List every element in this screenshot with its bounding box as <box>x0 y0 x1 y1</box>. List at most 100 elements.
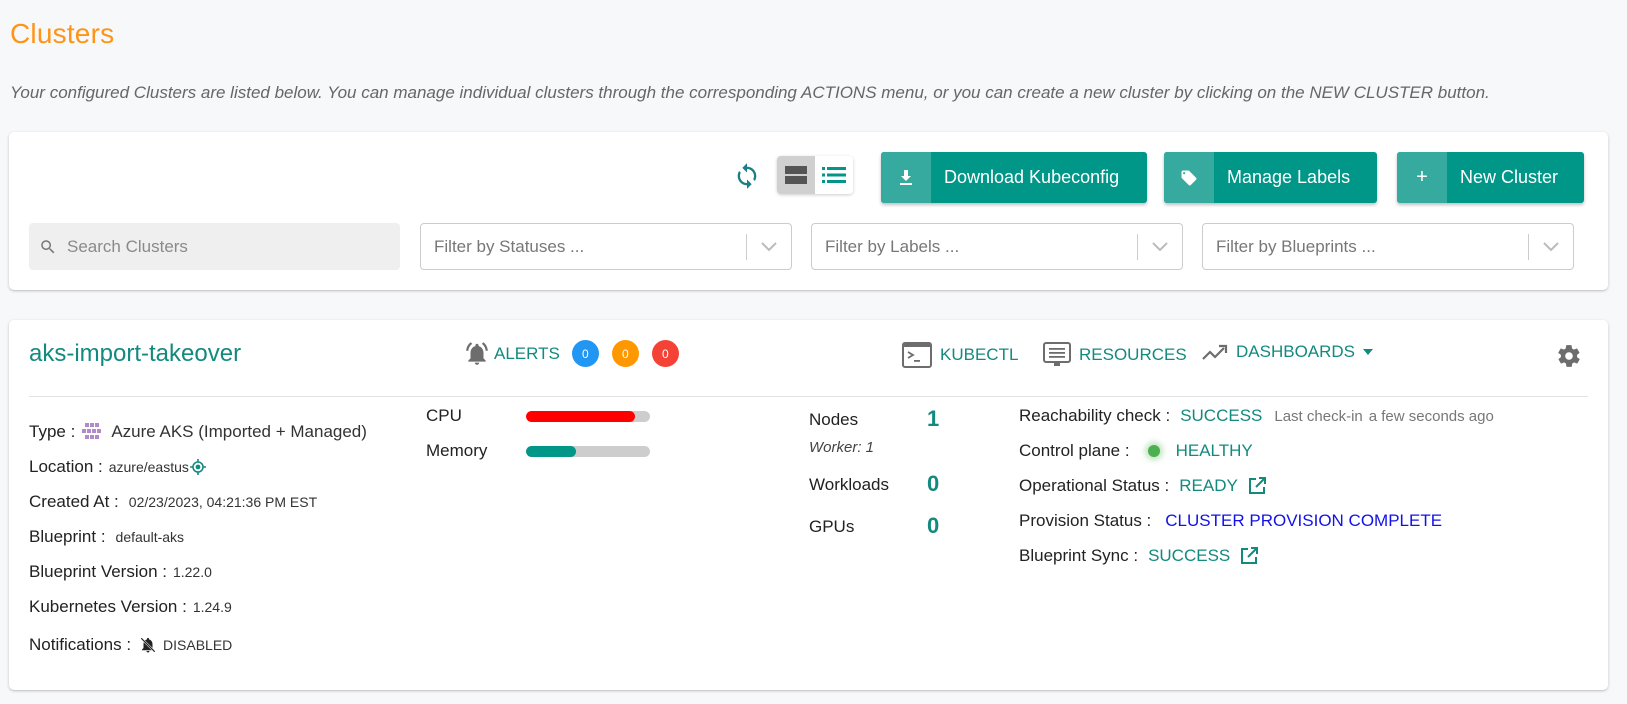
control-plane-status: Control plane : HEALTHY <box>1019 441 1253 461</box>
resources-icon <box>1043 342 1071 366</box>
bell-ringing-icon <box>466 341 488 365</box>
detail-notifications: Notifications : DISABLED <box>29 635 232 655</box>
plus-icon: + <box>1397 152 1447 203</box>
nodes-value: 1 <box>927 406 940 431</box>
detail-blueprint-label: Blueprint : <box>29 527 106 546</box>
alert-count-info: 0 <box>571 340 599 367</box>
manage-labels-label: Manage Labels <box>1227 167 1351 187</box>
tag-icon <box>1181 170 1197 185</box>
trending-up-icon <box>1202 344 1228 360</box>
caret-down-icon <box>1363 349 1374 355</box>
cpu-usage-fill <box>526 411 636 422</box>
alerts-button[interactable]: ALERTS 0 0 0 <box>464 340 692 367</box>
filter-blueprints-placeholder: Filter by Blueprints ... <box>1216 236 1376 256</box>
memory-usage-bar <box>526 446 650 457</box>
resources-button[interactable]: RESOURCES <box>1043 342 1187 368</box>
list-view-button[interactable] <box>815 156 853 194</box>
health-indicator-dot <box>1147 445 1160 457</box>
cluster-card: aks-import-takeover ALERTS 0 0 0 KUBECTL… <box>9 320 1608 690</box>
aks-icon <box>82 423 102 439</box>
kubectl-button[interactable]: KUBECTL <box>902 342 1018 368</box>
refresh-icon <box>737 163 757 189</box>
filter-statuses-select[interactable]: Filter by Statuses ... <box>420 223 792 270</box>
detail-blueprint: Blueprint : default-aks <box>29 527 184 547</box>
cluster-name-link[interactable]: aks-import-takeover <box>29 340 241 368</box>
detail-created-at: Created At : 02/23/2023, 04:21:36 PM EST <box>29 492 317 512</box>
operational-status-label: Operational Status : <box>1019 476 1170 495</box>
detail-location-value: azure/eastus <box>108 459 189 475</box>
reachability-label: Reachability check : <box>1019 406 1171 425</box>
detail-notifications-value: DISABLED <box>163 637 233 653</box>
download-kubeconfig-label: Download Kubeconfig <box>944 167 1120 187</box>
cpu-label: CPU <box>426 406 462 425</box>
page-title: Clusters <box>10 18 115 49</box>
control-plane-value: HEALTHY <box>1175 441 1253 460</box>
reachability-value: SUCCESS <box>1180 406 1263 425</box>
detail-notifications-label: Notifications : <box>29 635 132 654</box>
blueprint-sync-label: Blueprint Sync : <box>1019 546 1139 565</box>
chevron-down-icon <box>761 241 777 251</box>
detail-blueprint-value: default-aks <box>115 529 185 545</box>
detail-kubernetes-version-value: 1.24.9 <box>192 599 232 615</box>
detail-blueprint-version: Blueprint Version : 1.22.0 <box>29 562 212 582</box>
detail-type: Type : Azure AKS (Imported + Managed) <box>29 422 367 442</box>
gpus-value: 0 <box>927 513 940 538</box>
card-view-button[interactable] <box>777 156 815 194</box>
filter-blueprints-select[interactable]: Filter by Blueprints ... <box>1202 223 1574 270</box>
search-box <box>29 223 400 270</box>
search-input[interactable] <box>65 235 385 258</box>
last-checkin-value: a few seconds ago <box>1368 407 1494 425</box>
card-divider <box>29 396 1588 397</box>
terminal-icon <box>902 342 932 368</box>
manage-labels-button[interactable]: Manage Labels <box>1164 152 1377 203</box>
kubectl-label: KUBECTL <box>940 345 1019 364</box>
new-cluster-label: New Cluster <box>1460 167 1559 187</box>
card-view-icon <box>785 166 807 184</box>
download-icon <box>900 169 912 185</box>
bell-off-icon <box>140 637 156 653</box>
filter-labels-select[interactable]: Filter by Labels ... <box>811 223 1183 270</box>
filter-labels-placeholder: Filter by Labels ... <box>825 236 960 256</box>
detail-blueprint-version-label: Blueprint Version : <box>29 562 167 581</box>
provision-status-value: CLUSTER PROVISION COMPLETE <box>1165 511 1443 530</box>
refresh-button[interactable] <box>733 162 761 190</box>
new-cluster-button[interactable]: + New Cluster <box>1397 152 1584 203</box>
toolbar-card: Download Kubeconfig Manage Labels + New … <box>9 132 1608 290</box>
nodes-label: Nodes <box>809 410 859 429</box>
chevron-down-icon <box>1543 241 1559 251</box>
detail-created-at-value: 02/23/2023, 04:21:36 PM EST <box>128 494 318 510</box>
alert-count-critical: 0 <box>651 340 679 367</box>
blueprint-sync-value: SUCCESS <box>1148 546 1231 565</box>
search-icon <box>41 239 55 253</box>
detail-location-label: Location : <box>29 457 103 476</box>
chevron-down-icon <box>1152 241 1168 251</box>
location-target-icon[interactable] <box>189 459 206 475</box>
detail-created-at-label: Created At : <box>29 492 119 511</box>
memory-usage-fill <box>526 446 576 457</box>
operational-status-value: READY <box>1179 476 1238 495</box>
last-checkin-label: Last check-in <box>1274 407 1363 425</box>
alerts-label: ALERTS <box>494 343 560 363</box>
gear-icon <box>1558 345 1580 367</box>
operational-status: Operational Status : READY <box>1019 476 1266 496</box>
detail-blueprint-version-value: 1.22.0 <box>172 564 212 580</box>
list-view-icon <box>822 167 846 183</box>
workloads-value: 0 <box>927 471 940 496</box>
memory-label: Memory <box>426 441 488 460</box>
resources-label: RESOURCES <box>1079 345 1187 364</box>
detail-kubernetes-version-label: Kubernetes Version : <box>29 597 187 616</box>
detail-type-value: Azure AKS (Imported + Managed) <box>111 422 367 441</box>
view-toggle <box>777 156 853 194</box>
cluster-settings-button[interactable] <box>1556 343 1582 374</box>
blueprint-sync-status: Blueprint Sync : SUCCESS <box>1019 546 1259 566</box>
dashboards-dropdown[interactable]: DASHBOARDS <box>1202 342 1381 362</box>
control-plane-label: Control plane : <box>1019 441 1130 460</box>
external-link-icon[interactable] <box>1248 477 1266 495</box>
provision-status-label: Provision Status : <box>1019 511 1152 530</box>
nodes-worker-count: Worker: 1 <box>809 439 875 456</box>
page-description: Your configured Clusters are listed belo… <box>10 83 1490 102</box>
detail-kubernetes-version: Kubernetes Version : 1.24.9 <box>29 597 232 617</box>
external-link-icon[interactable] <box>1240 547 1259 565</box>
download-kubeconfig-button[interactable]: Download Kubeconfig <box>881 152 1147 203</box>
detail-type-label: Type : <box>29 422 76 441</box>
